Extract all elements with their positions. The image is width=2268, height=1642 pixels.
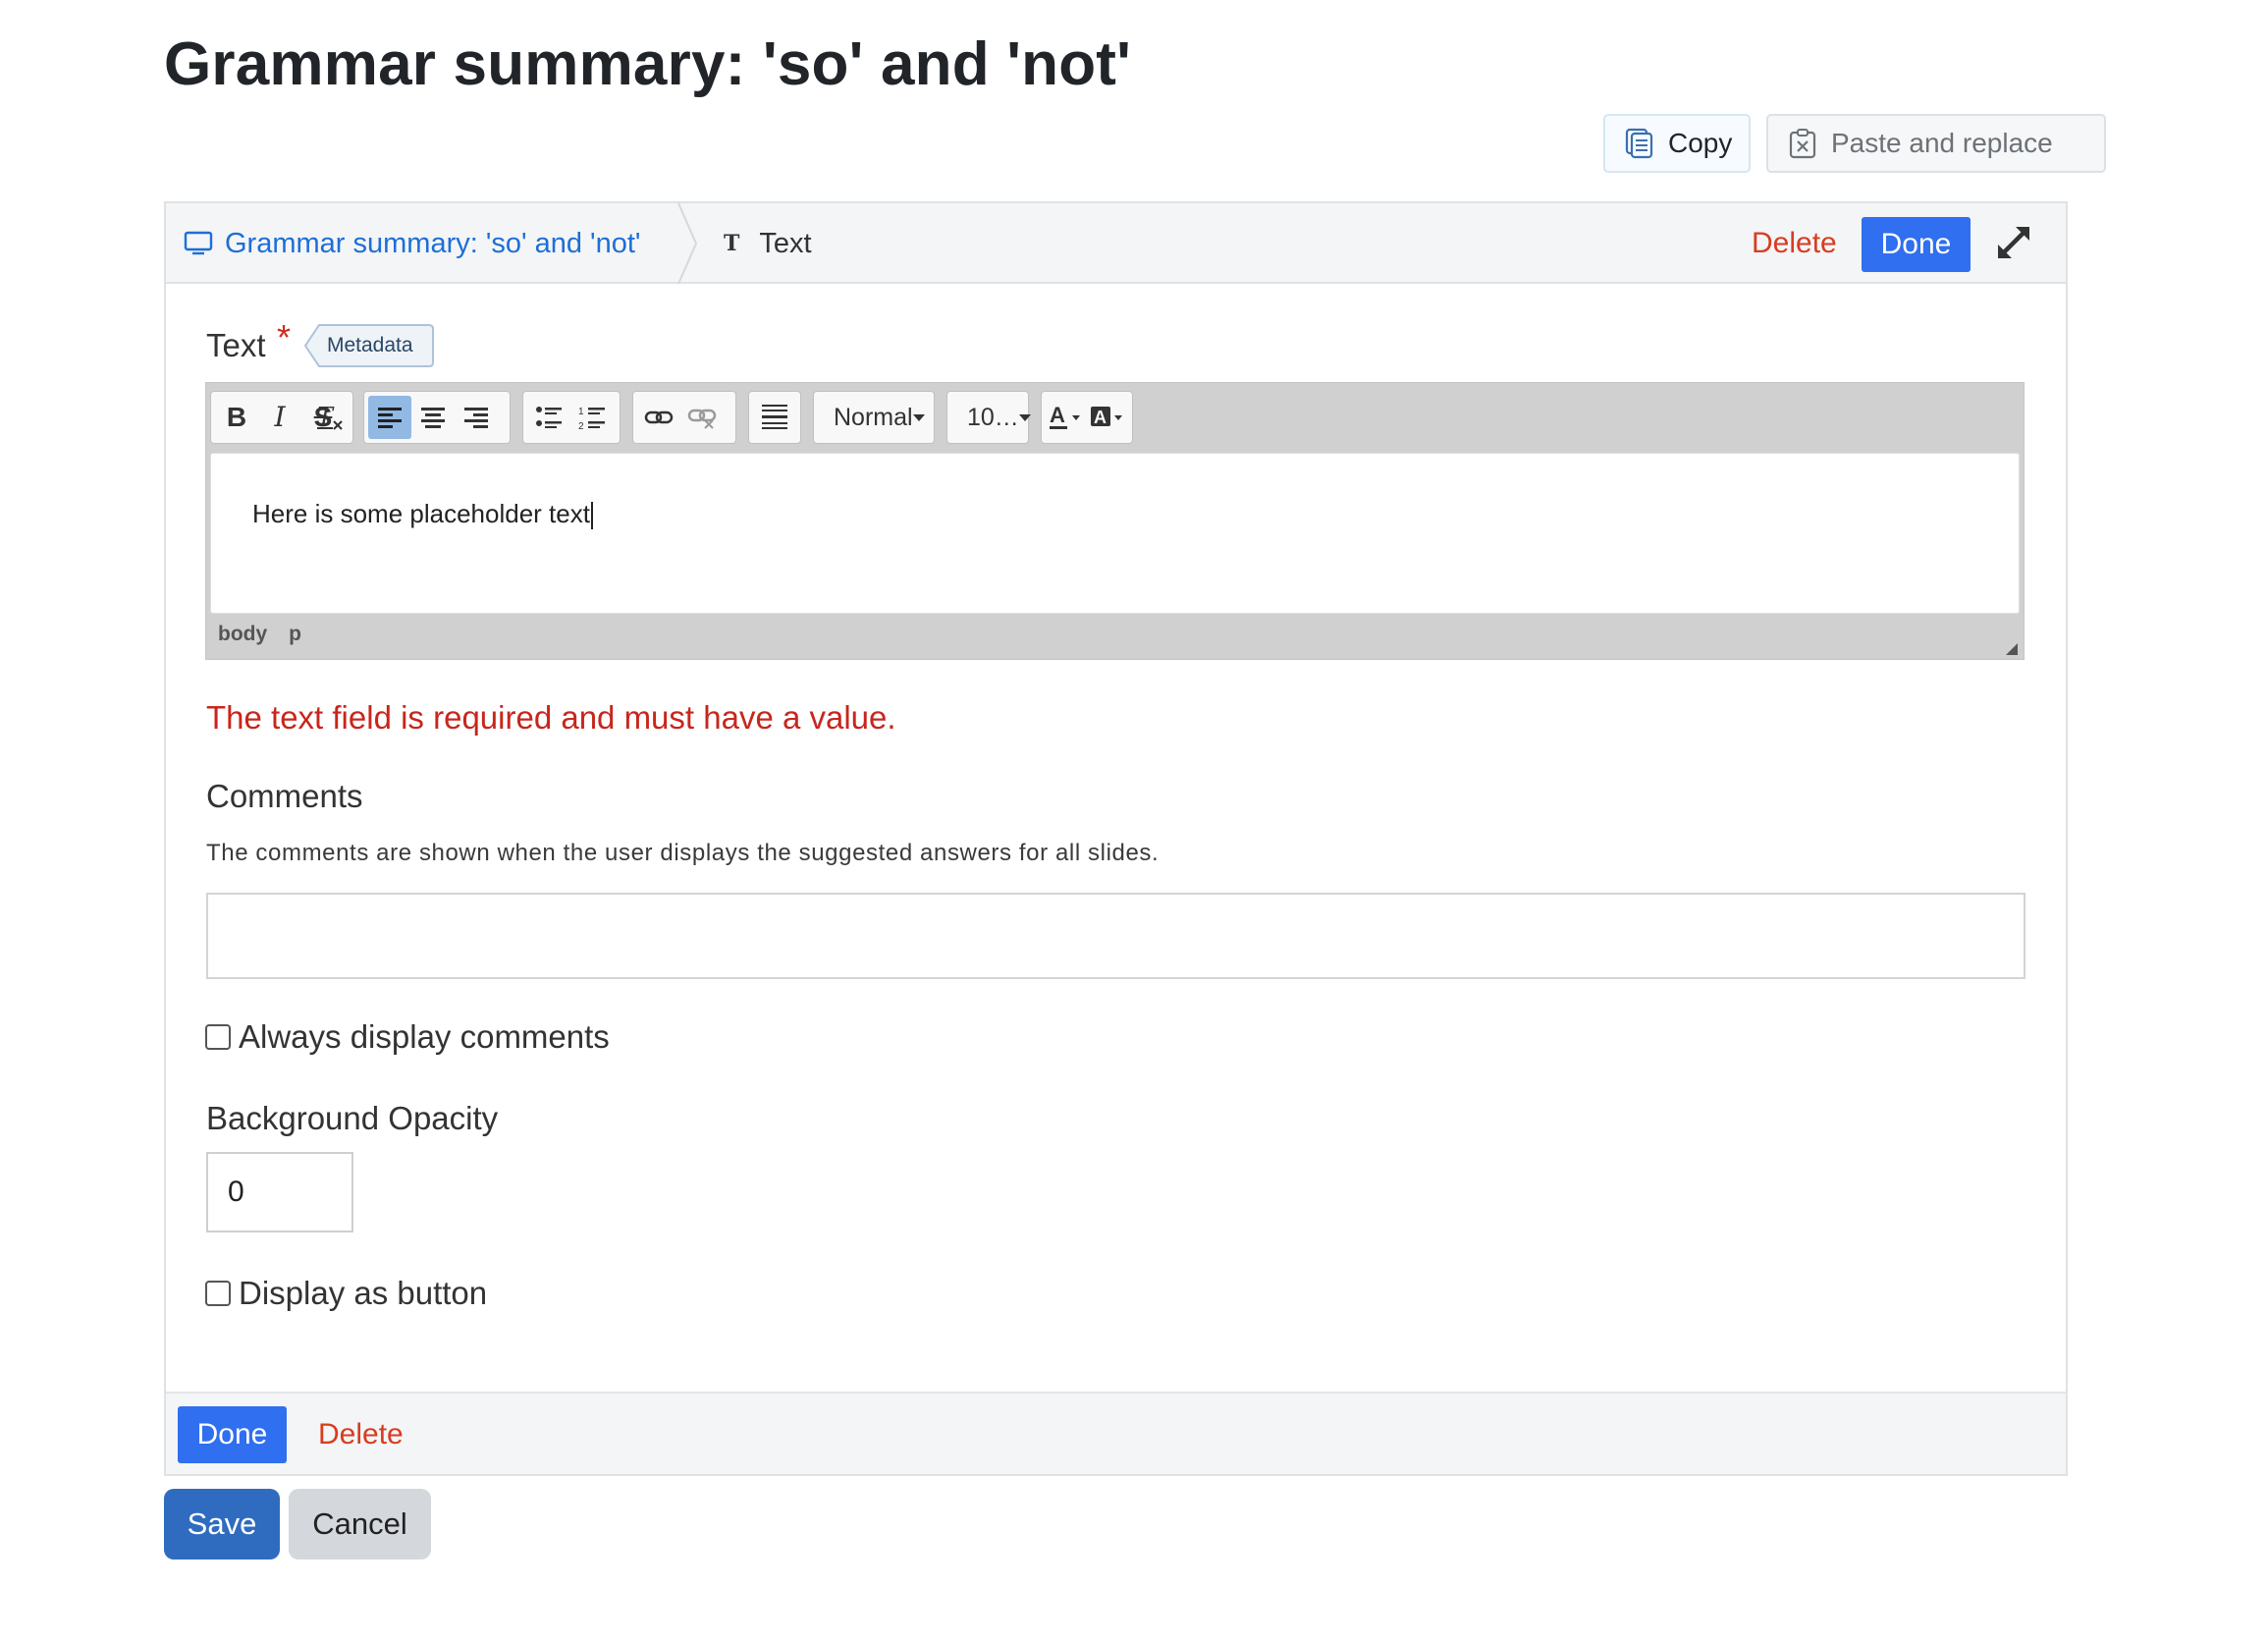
numbered-list-icon: 12 [578, 407, 605, 430]
link-group [632, 391, 736, 444]
paragraph-format-select[interactable]: Normal [813, 391, 935, 444]
remove-format-button[interactable]: T [308, 396, 351, 439]
required-marker: * [277, 317, 292, 357]
svg-text:A: A [1050, 403, 1065, 427]
always-display-comments-row[interactable]: Always display comments [205, 1018, 610, 1056]
breadcrumb-parent-link[interactable]: Grammar summary: 'so' and 'not' [184, 203, 640, 284]
metadata-label: Metadata [327, 334, 413, 356]
text-cursor [590, 502, 593, 530]
paste-and-replace-button[interactable]: Paste and replace [1766, 114, 2106, 173]
header-done-button[interactable]: Done [1862, 217, 1971, 272]
text-type-icon: T [724, 231, 740, 256]
paste-label: Paste and replace [1831, 128, 2053, 158]
element-path: body p [218, 623, 301, 646]
italic-button[interactable]: I [258, 396, 301, 439]
clear-format-group: T [308, 391, 357, 444]
unlink-icon [687, 409, 717, 429]
numbered-list-button[interactable]: 12 [570, 396, 614, 439]
horizontal-rule-icon [762, 405, 787, 429]
text-editor-card: Grammar summary: 'so' and 'not' T Text D… [164, 201, 2068, 1476]
color-group: A A [1041, 391, 1133, 444]
breadcrumb-separator-icon [677, 203, 698, 284]
align-left-icon [378, 408, 402, 428]
footer-delete-button[interactable]: Delete [318, 1406, 404, 1463]
align-center-icon [421, 408, 445, 428]
save-button[interactable]: Save [164, 1489, 280, 1560]
text-field-label: Text [206, 327, 266, 363]
rich-text-editor: B I S T 1 2 Normal 10… A A Here is some … [205, 382, 2025, 660]
bulleted-list-icon [536, 407, 562, 428]
text-color-icon: A [1050, 403, 1080, 429]
display-as-button-row[interactable]: Display as button [205, 1275, 487, 1312]
align-right-button[interactable] [455, 396, 498, 439]
page-title: Grammar summary: 'so' and 'not' [164, 30, 1132, 98]
path-p[interactable]: p [289, 623, 301, 646]
align-center-button[interactable] [411, 396, 455, 439]
remove-format-icon: T [317, 403, 343, 430]
bold-button[interactable]: B [215, 396, 258, 439]
editor-text-content: Here is some placeholder text [252, 499, 590, 528]
list-group: 12 [522, 391, 621, 444]
background-opacity-label: Background Opacity [206, 1100, 499, 1136]
metadata-button[interactable]: Metadata [303, 323, 435, 368]
text-error-message: The text field is required and must have… [206, 699, 896, 736]
align-right-icon [464, 408, 488, 428]
italic-icon: I [274, 401, 286, 433]
card-footer: Done Delete [166, 1392, 2066, 1474]
display-as-button-checkbox[interactable] [205, 1281, 231, 1306]
chevron-down-icon [912, 413, 925, 421]
paragraph-format-value: Normal [834, 403, 913, 431]
breadcrumb-current-label: Text [759, 227, 812, 259]
copy-button[interactable]: Copy [1603, 114, 1751, 173]
display-as-button-label: Display as button [239, 1275, 488, 1311]
copy-icon [1625, 128, 1653, 159]
horizontal-rule-button[interactable] [753, 396, 796, 439]
comments-label: Comments [206, 778, 363, 814]
svg-text:T: T [317, 403, 335, 430]
background-opacity-input[interactable] [206, 1152, 353, 1232]
comments-description: The comments are shown when the user dis… [206, 840, 1160, 866]
svg-text:2: 2 [578, 421, 584, 430]
svg-text:1: 1 [578, 407, 584, 417]
font-size-value: 10… [967, 403, 1019, 431]
footer-done-button[interactable]: Done [178, 1406, 287, 1463]
text-color-button[interactable]: A [1046, 396, 1087, 439]
cancel-button[interactable]: Cancel [289, 1489, 431, 1560]
header-delete-button[interactable]: Delete [1752, 203, 1837, 284]
bulleted-list-button[interactable] [527, 396, 570, 439]
unlink-button[interactable] [680, 396, 724, 439]
breadcrumb-parent-label: Grammar summary: 'so' and 'not' [225, 227, 641, 259]
bold-icon: B [226, 402, 247, 432]
link-button[interactable] [637, 396, 680, 439]
clipboard-replace-icon [1789, 129, 1816, 159]
alignment-group [363, 391, 511, 444]
editor-content-area[interactable]: Here is some placeholder text [210, 453, 2020, 614]
link-icon [644, 410, 674, 424]
always-display-comments-label: Always display comments [239, 1018, 610, 1055]
block-group [748, 391, 801, 444]
breadcrumb-current: T Text [724, 203, 812, 284]
card-header: Grammar summary: 'so' and 'not' T Text D… [166, 203, 2066, 284]
svg-text:A: A [1094, 408, 1107, 427]
font-size-select[interactable]: 10… [946, 391, 1031, 444]
monitor-icon [184, 231, 213, 255]
background-color-icon: A [1091, 407, 1122, 427]
chevron-down-icon [1018, 413, 1031, 421]
copy-label: Copy [1668, 128, 1733, 158]
always-display-comments-checkbox[interactable] [205, 1024, 231, 1050]
path-body[interactable]: body [218, 623, 267, 646]
editor-text: Here is some placeholder text [252, 499, 593, 530]
expand-icon[interactable] [1994, 223, 2033, 262]
align-left-button[interactable] [368, 396, 411, 439]
background-color-button[interactable]: A [1087, 396, 1128, 439]
comments-input[interactable] [206, 893, 2025, 979]
resize-handle-icon[interactable] [2006, 643, 2018, 655]
